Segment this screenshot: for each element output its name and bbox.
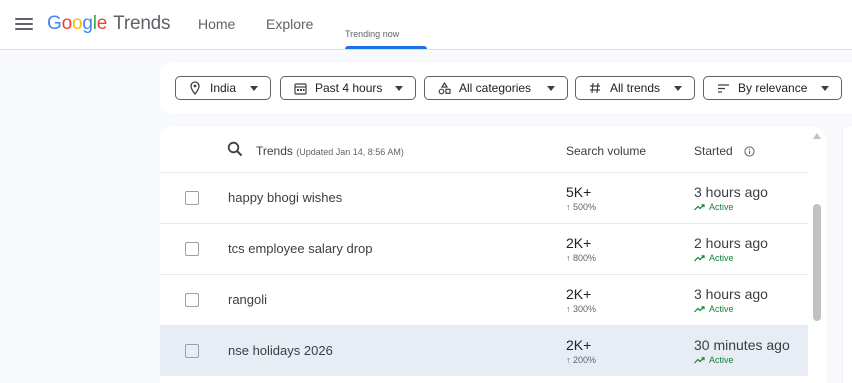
category-filter-label: All categories	[459, 81, 532, 95]
time-range-filter[interactable]: Past 4 hours	[280, 76, 416, 100]
row-checkbox[interactable]	[185, 344, 199, 358]
filter-bar: India Past 4 hours All categories All tr…	[160, 63, 852, 113]
status-badge: Active	[694, 304, 734, 314]
scrollbar-thumb[interactable]	[813, 204, 821, 321]
trend-type-filter[interactable]: All trends	[575, 76, 695, 100]
chevron-down-icon	[821, 86, 829, 91]
active-tab-indicator	[345, 46, 427, 49]
volume-change: ↑ 300%	[566, 304, 597, 314]
trending-up-icon	[694, 254, 705, 261]
trend-term[interactable]: happy bhogi wishes	[228, 190, 342, 205]
sort-icon	[716, 81, 730, 95]
info-icon[interactable]	[744, 144, 755, 162]
table-row[interactable]: nse holidays 2026 2K+ ↑ 200% 30 minutes …	[160, 325, 808, 376]
updated-timestamp: (Updated Jan 14, 8:56 AM)	[296, 147, 404, 157]
time-range-filter-label: Past 4 hours	[315, 81, 383, 95]
scroll-up-arrow-icon[interactable]	[813, 133, 821, 139]
category-filter[interactable]: All categories	[424, 76, 568, 100]
chevron-down-icon	[250, 86, 258, 91]
sort-filter[interactable]: By relevance	[703, 76, 842, 100]
trend-term[interactable]: tcs employee salary drop	[228, 241, 373, 256]
tab-home[interactable]: Home	[198, 16, 235, 32]
side-panel-edge	[842, 127, 852, 383]
status-badge: Active	[694, 355, 734, 365]
location-filter-label: India	[210, 81, 237, 95]
top-app-bar: Google Trends Home Explore Trending now	[0, 0, 852, 50]
started-time: 3 hours ago	[694, 286, 768, 302]
sort-filter-label: By relevance	[738, 81, 808, 95]
main-menu-icon[interactable]	[14, 16, 34, 34]
chevron-down-icon	[395, 86, 403, 91]
started-time: 2 hours ago	[694, 235, 768, 251]
hashtag-icon	[588, 81, 602, 95]
categories-icon	[437, 81, 451, 95]
location-pin-icon	[188, 81, 202, 95]
table-row[interactable]: tcs employee salary drop 2K+ ↑ 800% 2 ho…	[160, 223, 808, 274]
trending-up-icon	[694, 203, 705, 210]
table-row[interactable]: happy bhogi wishes 5K+ ↑ 500% 3 hours ag…	[160, 172, 808, 223]
google-trends-logo[interactable]: Google Trends	[47, 13, 171, 35]
calendar-icon	[293, 81, 307, 95]
started-column-header[interactable]: Started	[694, 144, 733, 158]
started-time: 30 minutes ago	[694, 337, 790, 353]
volume-change: ↑ 500%	[566, 202, 597, 212]
search-volume-value: 2K+	[566, 286, 592, 302]
trend-type-filter-label: All trends	[610, 81, 661, 95]
chevron-down-icon	[547, 86, 555, 91]
row-checkbox[interactable]	[185, 293, 199, 307]
trend-term[interactable]: nse holidays 2026	[228, 343, 333, 358]
trending-up-icon	[694, 305, 705, 312]
status-badge: Active	[694, 253, 734, 263]
tab-trending-now[interactable]: Trending now	[345, 29, 399, 39]
search-volume-column-header[interactable]: Search volume	[566, 144, 646, 158]
location-filter[interactable]: India	[175, 76, 271, 100]
started-time: 3 hours ago	[694, 184, 768, 200]
search-icon[interactable]	[227, 141, 243, 162]
trends-table: Trends (Updated Jan 14, 8:56 AM) Search …	[160, 127, 826, 383]
search-volume-value: 5K+	[566, 184, 592, 200]
search-volume-value: 2K+	[566, 337, 592, 353]
search-volume-value: 2K+	[566, 235, 592, 251]
tab-explore[interactable]: Explore	[266, 16, 313, 32]
volume-change: ↑ 200%	[566, 355, 597, 365]
trend-term[interactable]: rangoli	[228, 292, 267, 307]
trends-column-header: Trends (Updated Jan 14, 8:56 AM)	[256, 144, 404, 158]
table-row[interactable]: rangoli 2K+ ↑ 300% 3 hours ago Active	[160, 274, 808, 325]
row-checkbox[interactable]	[185, 242, 199, 256]
volume-change: ↑ 800%	[566, 253, 597, 263]
trending-up-icon	[694, 356, 705, 363]
row-checkbox[interactable]	[185, 191, 199, 205]
chevron-down-icon	[674, 86, 682, 91]
status-badge: Active	[694, 202, 734, 212]
